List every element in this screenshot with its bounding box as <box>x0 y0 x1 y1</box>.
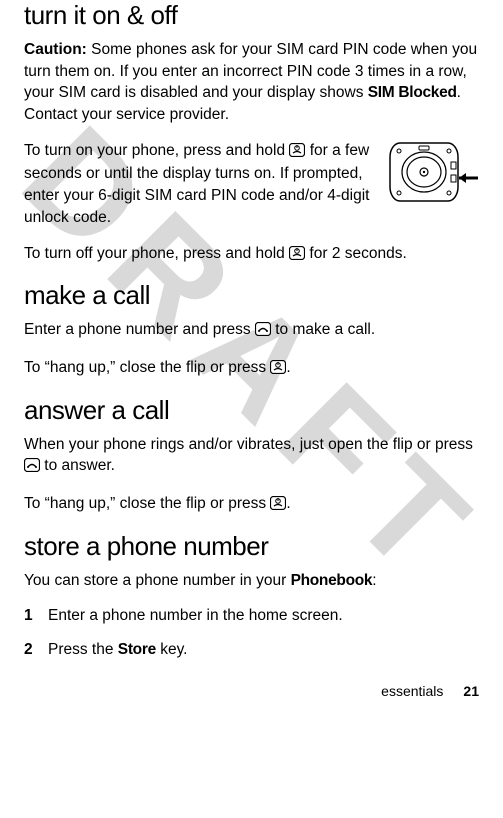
caution-label: Caution: <box>24 41 87 58</box>
answer-call-p1b: to answer. <box>40 457 115 474</box>
power-end-key-icon <box>270 495 286 517</box>
footer-section-label: essentials <box>381 683 443 699</box>
store-steps-list: 1 Enter a phone number in the home scree… <box>24 605 479 660</box>
make-call-p2: To “hang up,” close the flip or press . <box>24 357 479 381</box>
power-end-key-icon <box>289 245 305 267</box>
heading-store-number: store a phone number <box>24 531 479 562</box>
phonebook-label: Phonebook <box>291 572 373 589</box>
step-1-text: Enter a phone number in the home screen. <box>48 605 343 627</box>
heading-answer-call: answer a call <box>24 395 479 426</box>
make-call-p1a: Enter a phone number and press <box>24 321 255 338</box>
caution-paragraph: Caution: Some phones ask for your SIM ca… <box>24 39 479 126</box>
answer-call-p1: When your phone rings and/or vibrates, j… <box>24 434 479 479</box>
turn-on-text-1: To turn on your phone, press and hold <box>24 142 289 159</box>
store-step-1: 1 Enter a phone number in the home scree… <box>24 605 479 627</box>
sim-blocked-text: SIM Blocked <box>368 84 457 101</box>
send-key-icon <box>24 457 40 479</box>
turn-off-text-1: To turn off your phone, press and hold <box>24 245 289 262</box>
turn-off-paragraph: To turn off your phone, press and hold f… <box>24 243 479 267</box>
step-number: 2 <box>24 639 48 661</box>
turn-off-text-2: for 2 seconds. <box>305 245 407 262</box>
store-key-label: Store <box>118 641 156 658</box>
answer-call-p2b: . <box>286 495 290 512</box>
send-key-icon <box>255 321 271 343</box>
store-intro-a: You can store a phone number in your <box>24 572 291 589</box>
make-call-p1: Enter a phone number and press to make a… <box>24 319 479 343</box>
power-end-key-icon <box>289 142 305 164</box>
heading-make-call: make a call <box>24 280 479 311</box>
page-footer: essentials 21 <box>381 683 479 699</box>
step-2b: key. <box>156 641 188 658</box>
step-2a: Press the <box>48 641 118 658</box>
answer-call-p1a: When your phone rings and/or vibrates, j… <box>24 436 473 453</box>
make-call-p2b: . <box>286 359 290 376</box>
store-intro: You can store a phone number in your Pho… <box>24 570 479 592</box>
make-call-p2a: To “hang up,” close the flip or press <box>24 359 270 376</box>
heading-turn-on-off: turn it on & off <box>24 0 479 31</box>
answer-call-p2: To “hang up,” close the flip or press . <box>24 493 479 517</box>
phone-keypad-diagram <box>389 142 479 207</box>
answer-call-p2a: To “hang up,” close the flip or press <box>24 495 270 512</box>
store-intro-b: : <box>372 572 376 589</box>
step-2-text: Press the Store key. <box>48 639 188 661</box>
store-step-2: 2 Press the Store key. <box>24 639 479 661</box>
power-end-key-icon <box>270 359 286 381</box>
make-call-p1b: to make a call. <box>271 321 375 338</box>
step-number: 1 <box>24 605 48 627</box>
footer-page-number: 21 <box>463 683 479 699</box>
